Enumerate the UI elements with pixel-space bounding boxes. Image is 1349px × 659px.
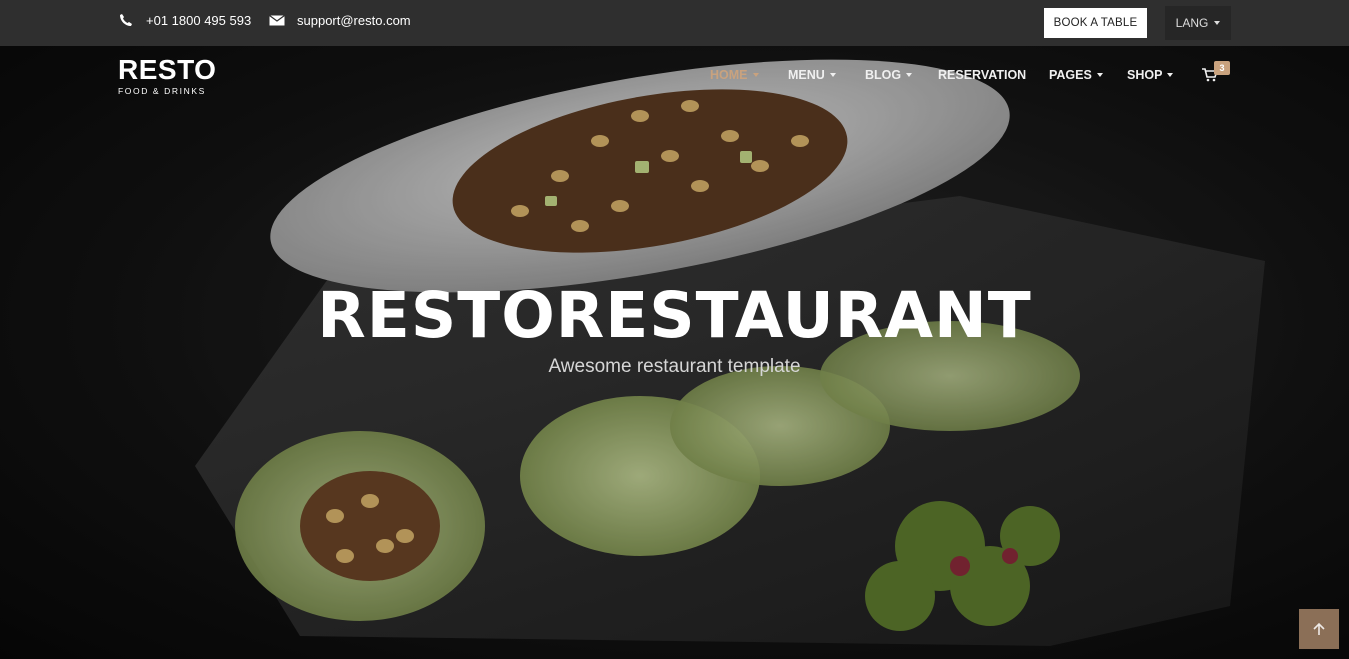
nav-item-blog[interactable]: BLOG xyxy=(865,68,913,82)
chevron-down-icon xyxy=(906,73,913,77)
email-contact: support@resto.com xyxy=(269,12,411,28)
arrow-up-icon xyxy=(1313,622,1325,635)
chevron-down-icon xyxy=(1167,73,1174,77)
nav-item-home[interactable]: HOME xyxy=(710,68,759,82)
nav-item-label: RESERVATION xyxy=(938,68,1027,82)
book-a-table-button[interactable]: BOOK A TABLE xyxy=(1044,8,1147,38)
chevron-down-icon xyxy=(1214,21,1221,25)
nav-item-shop[interactable]: SHOP xyxy=(1127,68,1174,82)
language-dropdown[interactable]: LANG xyxy=(1165,6,1231,40)
chevron-down-icon xyxy=(752,73,759,77)
envelope-icon xyxy=(269,12,285,28)
nav-item-label: HOME xyxy=(710,68,748,82)
phone-icon xyxy=(118,12,134,28)
nav-item-label: SHOP xyxy=(1127,68,1163,82)
hero-title: RESTORESTAURANT xyxy=(317,279,1032,352)
cart-count-badge: 3 xyxy=(1214,61,1230,75)
phone-number[interactable]: +01 1800 495 593 xyxy=(146,13,251,28)
language-label: LANG xyxy=(1175,16,1209,30)
nav-item-menu[interactable]: MENU xyxy=(788,68,836,82)
chevron-down-icon xyxy=(829,73,836,77)
email-address[interactable]: support@resto.com xyxy=(297,13,411,28)
nav-item-label: BLOG xyxy=(865,68,902,82)
main-nav: HOME MENU BLOG RESERVATION PAGES SHOP xyxy=(0,68,1349,88)
nav-item-pages[interactable]: PAGES xyxy=(1049,68,1103,82)
nav-item-label: PAGES xyxy=(1049,68,1092,82)
hero-section: RESTO FOOD & DRINKS HOME MENU BLOG RESER… xyxy=(0,46,1349,659)
phone-contact: +01 1800 495 593 xyxy=(118,12,251,28)
hero-subtitle: Awesome restaurant template xyxy=(548,356,801,377)
chevron-down-icon xyxy=(1096,73,1103,77)
top-bar: +01 1800 495 593 support@resto.com BOOK … xyxy=(0,0,1349,46)
scroll-to-top-button[interactable] xyxy=(1299,609,1339,649)
nav-item-label: MENU xyxy=(788,68,825,82)
nav-item-reservation[interactable]: RESERVATION xyxy=(938,68,1026,82)
